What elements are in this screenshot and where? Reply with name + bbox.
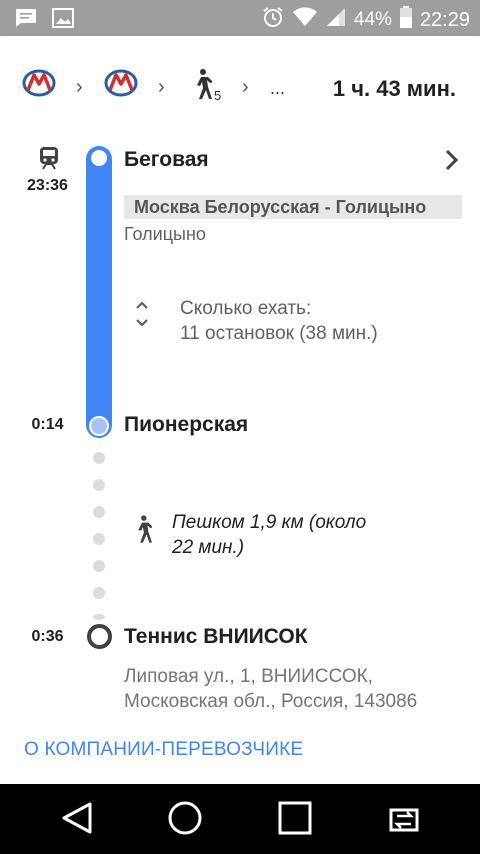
route-summary-header[interactable]: › › 5 › ... 1 ч. 43 мин. [0,36,480,140]
chevron-right-icon: › [76,76,83,98]
alarm-icon [262,6,284,34]
destination-marker [87,624,112,649]
route-name-chip: Москва Белорусская - Голицыно [124,195,462,219]
metro-icon [22,69,56,102]
chevron-right-icon[interactable] [444,148,460,177]
train-icon [38,146,60,175]
departure-stop-name[interactable]: Беговая [124,148,209,172]
ride-label: Сколько ехать: [180,298,312,319]
status-bar: 44% 22:29 [0,0,480,36]
itinerary: 23:36 Беговая Москва Белорусская - Голиц… [0,140,480,784]
arrival-stop-marker [89,416,109,436]
walk-icon [190,68,213,105]
image-icon [52,8,74,33]
switch-app-icon[interactable] [383,800,425,841]
transit-segment-line [86,146,112,438]
trip-duration: 1 ч. 43 мин. [332,76,456,101]
address-line-2: Московская обл., Россия, 143086 [124,691,418,712]
ride-stops: 11 остановок (38 мин.) [180,323,378,344]
arrival-time: 0:14 [31,416,64,433]
walk-path-dot [93,506,105,518]
back-icon[interactable] [60,800,96,841]
system-nav-bar [0,784,480,854]
metro-icon [104,69,138,102]
walk-icon [132,514,153,549]
walk-line-1: Пешком 1,9 км (около [172,512,367,533]
message-icon [14,8,38,33]
wifi-icon [292,7,318,33]
recents-icon[interactable] [277,800,313,841]
walk-minutes: 5 [214,88,222,103]
address-line-1: Липовая ул., 1, ВНИИССОК, [124,666,373,687]
walk-path-dot [93,452,105,464]
destination-address: Липовая ул., 1, ВНИИССОК, Московская обл… [124,664,417,714]
expand-stops-icon[interactable] [134,297,150,336]
headsign: Голицыно [124,224,206,244]
chevron-right-icon: › [242,76,249,98]
departure-stop-marker [91,150,107,166]
walk-path-dot [93,614,105,620]
walk-path-dot [93,533,105,545]
end-time: 0:36 [31,628,64,645]
walk-line-2: 22 мин.) [172,537,245,558]
walk-path-dot [93,479,105,491]
walk-path-dot [93,560,105,572]
departure-time: 23:36 [27,177,68,194]
home-icon[interactable] [167,800,203,841]
operator-info-link[interactable]: О КОМПАНИИ-ПЕРЕВОЗЧИКЕ [24,739,303,761]
arrival-stop-name[interactable]: Пионерская [124,413,248,437]
battery-icon [399,6,412,34]
clock: 22:29 [419,8,470,31]
ride-info[interactable]: Сколько ехать: 11 остановок (38 мин.) [180,296,378,346]
more-steps: ... [270,78,286,98]
battery-percent: 44% [353,9,392,30]
signal-icon [326,7,346,33]
walk-info: Пешком 1,9 км (около 22 мин.) [172,510,422,560]
walk-path-dot [93,587,105,599]
chevron-right-icon: › [158,76,165,98]
destination-name[interactable]: Теннис ВНИИСОК [124,625,308,649]
